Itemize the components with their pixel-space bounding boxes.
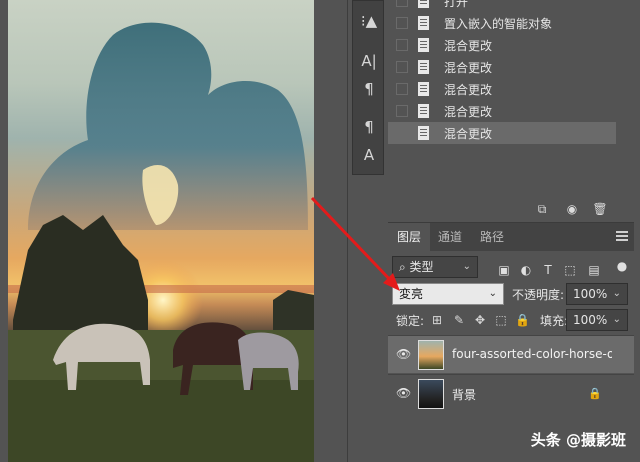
document-icon <box>418 104 429 118</box>
layer-thumbnail <box>418 379 444 409</box>
history-item-label: 混合更改 <box>444 61 493 75</box>
opacity-value: 100% <box>573 287 608 301</box>
layer-name[interactable]: four-assorted-color-horse-o... <box>452 347 612 361</box>
document-icon <box>418 82 429 96</box>
document-icon <box>418 60 429 74</box>
tab-layers[interactable]: 图层 <box>388 223 430 251</box>
history-item-label: 混合更改 <box>444 127 493 141</box>
lock-image-icon[interactable]: ✎ <box>452 313 466 327</box>
lock-label: 锁定: <box>396 314 425 328</box>
trash-icon[interactable]: 🗑 <box>592 201 608 217</box>
history-item[interactable]: 混合更改 <box>388 34 616 56</box>
fill-field[interactable]: 100% ⌄ <box>566 309 628 331</box>
history-footer: ⧉ ◉ 🗑 <box>388 197 634 221</box>
snapshot-checkbox[interactable] <box>396 83 408 95</box>
document-icon <box>418 0 429 8</box>
opacity-label: 不透明度: <box>512 288 565 302</box>
lock-all-icon[interactable]: 🔒 <box>515 313 530 327</box>
fill-value: 100% <box>573 313 608 327</box>
smart-object-filter-icon[interactable]: ▤ <box>586 262 602 278</box>
snapshot-checkbox[interactable] <box>396 0 408 7</box>
lock-artboard-icon[interactable]: ⬚ <box>494 313 508 327</box>
new-document-from-state-icon[interactable]: ⧉ <box>534 201 550 217</box>
paragraph-style-icon[interactable]: ¶ <box>353 115 385 139</box>
chevron-down-icon: ⌄ <box>612 314 621 325</box>
visibility-eye-icon[interactable]: 👁 <box>396 347 411 361</box>
character-style-icon[interactable]: A <box>353 143 385 167</box>
history-item[interactable]: 混合更改 <box>388 56 616 78</box>
blend-mode-value: 変亮 <box>399 287 424 301</box>
history-item-label: 混合更改 <box>444 39 493 53</box>
document-icon <box>418 38 429 52</box>
snapshot-checkbox[interactable] <box>396 61 408 73</box>
layer-thumbnail <box>418 340 444 370</box>
snapshot-checkbox[interactable] <box>396 127 408 139</box>
blend-mode-select[interactable]: 変亮 ⌄ <box>392 283 504 305</box>
chevron-down-icon: ⌄ <box>488 288 497 299</box>
adjustment-filter-icon[interactable]: ◐ <box>518 262 534 278</box>
snapshot-checkbox[interactable] <box>396 105 408 117</box>
filter-toggle-icon[interactable]: ● <box>614 258 630 274</box>
visibility-eye-icon[interactable]: 👁 <box>396 386 411 400</box>
type-filter-icon[interactable]: T <box>540 262 556 278</box>
panel-menu-icon[interactable] <box>616 231 628 241</box>
history-item-label: 置入嵌入的智能对象 <box>444 17 553 31</box>
history-item-current[interactable]: 混合更改 <box>388 122 616 144</box>
history-item[interactable]: 混合更改 <box>388 100 616 122</box>
lock-position-icon[interactable]: ✥ <box>473 313 487 327</box>
filter-kind-label: 类型 <box>409 260 434 274</box>
camera-icon[interactable]: ◉ <box>564 201 580 217</box>
shape-filter-icon[interactable]: ⬚ <box>562 262 578 278</box>
tab-paths[interactable]: 路径 <box>472 223 512 251</box>
layer-row[interactable]: 👁 four-assorted-color-horse-o... <box>388 335 634 373</box>
history-item-label: 混合更改 <box>444 83 493 97</box>
document-canvas[interactable] <box>8 0 314 462</box>
paragraph-icon[interactable]: ¶ <box>353 77 385 101</box>
snapshot-checkbox[interactable] <box>396 39 408 51</box>
history-item-label: 混合更改 <box>444 105 493 119</box>
tool-properties-icon[interactable]: ⁝▲ <box>353 9 385 33</box>
double-exposure-image <box>8 22 314 462</box>
layers-tab-bar: 图层 通道 路径 <box>388 223 634 251</box>
history-item[interactable]: 混合更改 <box>388 78 616 100</box>
layer-filter-select[interactable]: ⌕ 类型 ⌄ <box>392 256 478 278</box>
history-item-label: 打开 <box>444 0 469 9</box>
watermark: 头条 @摄影班 <box>530 431 626 449</box>
history-panel: 打开 置入嵌入的智能对象 混合更改 混合更改 混合更改 混合更改 混合更改 <box>388 0 634 222</box>
fill-label: 填充: <box>540 314 569 328</box>
search-icon: ⌕ <box>399 260 410 274</box>
opacity-field[interactable]: 100% ⌄ <box>566 283 628 305</box>
snapshot-checkbox[interactable] <box>396 17 408 29</box>
layer-row[interactable]: 👁 背景 🔒 <box>388 374 634 412</box>
character-icon[interactable]: A| <box>353 49 385 73</box>
pixel-filter-icon[interactable]: ▣ <box>496 262 512 278</box>
tab-channels[interactable]: 通道 <box>430 223 470 251</box>
lock-transparent-icon[interactable]: ⊞ <box>430 313 444 327</box>
history-item[interactable]: 置入嵌入的智能对象 <box>388 12 616 34</box>
lock-icon: 🔒 <box>588 387 602 400</box>
document-icon <box>418 126 429 140</box>
collapsed-panel-strip: ⁝▲ A| ¶ ¶ A <box>352 0 384 175</box>
document-icon <box>418 16 429 30</box>
chevron-down-icon: ⌄ <box>462 261 471 272</box>
chevron-down-icon: ⌄ <box>612 288 621 299</box>
history-item[interactable]: 打开 <box>388 0 616 12</box>
